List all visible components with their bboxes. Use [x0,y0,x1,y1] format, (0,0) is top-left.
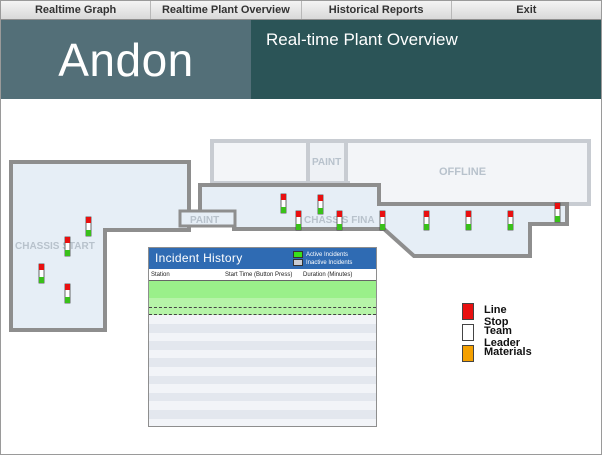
team-leader-swatch [462,324,474,341]
station-light[interactable] [64,236,71,257]
zone-label-paint-left: PAINT [190,215,219,226]
col-start-time[interactable]: Start Time (Button Press) [225,272,303,278]
table-row[interactable] [149,323,376,333]
line-stop-swatch [462,303,474,320]
table-row[interactable] [149,366,376,376]
legend-active-label: Active Incidents [306,251,349,258]
station-light[interactable] [423,210,430,231]
table-row[interactable] [149,418,376,426]
legend-active: Active Incidents [293,251,348,258]
table-row-selected[interactable] [149,306,376,316]
table-row[interactable] [149,375,376,385]
nav-realtime-plant-overview[interactable]: Realtime Plant Overview [151,1,302,19]
legend-inactive: Inactive Incidents [293,259,352,266]
col-duration[interactable]: Duration (Minutes) [303,272,352,278]
materials-swatch [462,345,474,362]
incident-history-columns: Station Start Time (Button Press) Durati… [149,269,376,281]
incident-history-title: Incident History [155,251,243,265]
app-title-block: Andon [1,20,251,99]
table-row[interactable] [149,358,376,367]
zone-label-paint-top: PAINT [312,157,341,168]
zone-label-offline: OFFLINE [439,166,486,178]
page-title: Real-time Plant Overview [266,30,458,49]
station-light[interactable] [85,216,92,237]
incident-history-panel: Incident History Active Incidents Inacti… [148,247,377,427]
station-light[interactable] [280,193,287,214]
table-row[interactable] [149,384,376,393]
station-light[interactable] [507,210,514,231]
incident-history-rows [149,281,376,426]
incident-history-header: Incident History Active Incidents Inacti… [149,248,376,269]
station-light[interactable] [336,210,343,231]
page-title-block: Real-time Plant Overview [251,20,601,99]
station-light[interactable] [64,283,71,304]
legend-inactive-label: Inactive Incidents [306,259,353,266]
table-row[interactable] [149,401,376,410]
app-window: Realtime Graph Realtime Plant Overview H… [0,0,602,455]
top-nav: Realtime Graph Realtime Plant Overview H… [1,1,601,20]
station-light[interactable] [38,263,45,284]
table-row[interactable] [149,289,376,299]
table-row[interactable] [149,298,376,307]
table-row[interactable] [149,341,376,350]
status-legend-label: Materials [484,346,532,358]
nav-exit[interactable]: Exit [452,1,601,19]
table-row[interactable] [149,349,376,359]
table-row[interactable] [149,281,376,290]
table-row[interactable] [149,392,376,402]
nav-historical-reports[interactable]: Historical Reports [302,1,452,19]
col-station[interactable]: Station [151,272,225,278]
zone-label-chassis-start: CHASSIS START [15,241,95,252]
station-light[interactable] [317,194,324,215]
inactive-swatch [293,259,303,266]
table-row[interactable] [149,409,376,419]
station-light[interactable] [295,210,302,231]
table-row[interactable] [149,315,376,324]
station-light[interactable] [554,202,561,223]
active-swatch [293,251,303,258]
nav-realtime-graph[interactable]: Realtime Graph [1,1,152,19]
station-light[interactable] [465,210,472,231]
station-light[interactable] [379,210,386,231]
app-title: Andon [58,33,194,86]
table-row[interactable] [149,332,376,342]
